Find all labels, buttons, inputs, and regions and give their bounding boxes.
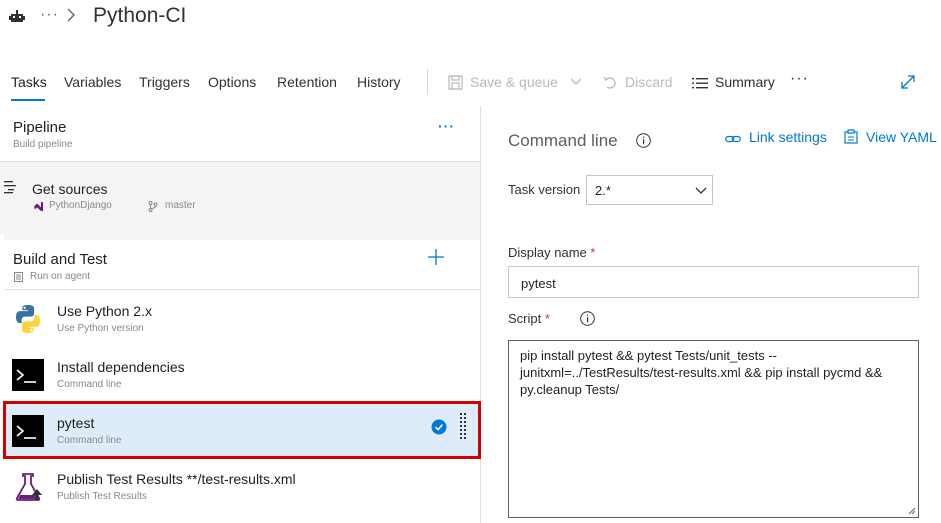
save-icon — [448, 75, 463, 90]
undo-icon — [603, 76, 616, 89]
view-yaml-label: View YAML — [866, 129, 937, 145]
display-name-label-text: Display name — [508, 245, 587, 260]
expand-icon[interactable] — [900, 74, 916, 90]
save-queue-label: Save & queue — [470, 74, 558, 90]
task-item-publish-test-results[interactable]: Publish Test Results **/test-results.xml… — [4, 458, 480, 514]
tabs-bar: Tasks Variables Triggers Options Retenti… — [0, 66, 941, 102]
link-icon — [725, 135, 741, 143]
task-title: Install dependencies — [57, 359, 185, 375]
tab-tasks[interactable]: Tasks — [11, 74, 47, 90]
phase-title: Build and Test — [13, 251, 107, 268]
build-robot-icon[interactable] — [9, 8, 25, 24]
task-item-use-python[interactable]: Use Python 2.x Use Python version — [4, 290, 480, 346]
drag-handle-icon[interactable] — [459, 412, 467, 442]
link-settings-label: Link settings — [749, 129, 827, 145]
display-name-input[interactable]: pytest — [508, 266, 919, 298]
page-title: Python-CI — [93, 4, 187, 27]
script-label: Script * — [508, 311, 550, 326]
task-version-value: 2.* — [595, 183, 611, 198]
task-item-install-dependencies[interactable]: Install dependencies Command line — [4, 346, 480, 402]
display-name-label: Display name * — [508, 245, 595, 260]
required-mark: * — [544, 311, 550, 326]
task-subtitle: Publish Test Results — [57, 491, 147, 502]
script-label-text: Script — [508, 311, 542, 326]
phase-subtitle: Run on agent — [30, 271, 91, 282]
get-sources-title: Get sources — [32, 181, 108, 197]
server-icon — [14, 272, 23, 282]
python-icon — [16, 305, 40, 333]
task-version-select[interactable]: 2.* — [586, 175, 713, 205]
command-line-icon — [12, 359, 44, 391]
summary-label: Summary — [715, 74, 775, 90]
pipeline-subtitle: Build pipeline — [13, 139, 73, 150]
active-tab-indicator — [11, 99, 45, 101]
repo-name: PythonDjango — [49, 200, 112, 211]
info-icon[interactable] — [636, 133, 651, 148]
discard-button[interactable]: Discard — [603, 74, 672, 90]
enabled-check-icon — [431, 419, 447, 435]
branch-name: master — [165, 200, 196, 211]
more-actions-button[interactable]: ··· — [790, 70, 809, 88]
required-mark: * — [590, 245, 596, 260]
task-subtitle: Use Python version — [57, 323, 144, 334]
tab-options[interactable]: Options — [208, 74, 256, 90]
summary-button[interactable]: Summary — [692, 74, 775, 90]
command-line-icon — [12, 415, 44, 447]
pipeline-item[interactable]: Pipeline Build pipeline ··· — [0, 106, 480, 162]
tab-history[interactable]: History — [357, 74, 401, 90]
get-sources-item[interactable]: Get sources PythonDjango master — [0, 162, 480, 234]
task-detail-panel: Command line Link settings View YAML Tas… — [482, 106, 941, 523]
chevron-right-icon — [67, 8, 75, 22]
tab-retention[interactable]: Retention — [277, 74, 337, 90]
get-sources-icon — [4, 181, 16, 194]
link-settings-button[interactable]: Link settings — [725, 129, 827, 145]
flask-icon — [15, 473, 42, 501]
add-task-icon[interactable] — [427, 248, 445, 266]
branch-icon — [148, 201, 158, 212]
view-yaml-button[interactable]: View YAML — [844, 129, 937, 145]
script-value: pip install pytest && pytest Tests/unit_… — [520, 348, 886, 397]
resize-handle-icon[interactable] — [908, 507, 916, 515]
save-queue-button[interactable]: Save & queue — [448, 74, 582, 90]
task-title: Use Python 2.x — [57, 303, 152, 319]
more-breadcrumbs-button[interactable]: ··· — [40, 6, 59, 24]
chevron-down-icon — [695, 187, 707, 194]
display-name-value: pytest — [521, 276, 556, 291]
script-textarea[interactable]: pip install pytest && pytest Tests/unit_… — [508, 340, 919, 518]
info-icon[interactable] — [580, 311, 595, 326]
toolbar-divider — [427, 69, 428, 95]
repo-icon — [34, 202, 43, 211]
task-item-pytest[interactable]: pytest Command line — [3, 401, 481, 459]
task-subtitle: Command line — [57, 379, 122, 390]
list-icon — [692, 78, 708, 89]
pipeline-more-button[interactable]: ··· — [438, 118, 455, 134]
task-detail-title: Command line — [508, 131, 618, 150]
task-version-label: Task version — [508, 182, 581, 197]
pipeline-title: Pipeline — [13, 119, 67, 136]
agent-phase-item[interactable]: Build and Test Run on agent — [4, 234, 480, 290]
task-title: pytest — [57, 415, 95, 431]
task-list-panel: Pipeline Build pipeline ··· Get sources … — [0, 106, 481, 523]
clipboard-icon — [844, 129, 858, 144]
top-bar: ··· Python-CI — [0, 0, 941, 40]
task-subtitle: Command line — [57, 435, 122, 446]
tab-triggers[interactable]: Triggers — [139, 74, 190, 90]
chevron-down-icon — [570, 78, 582, 85]
discard-label: Discard — [625, 74, 673, 90]
task-title: Publish Test Results **/test-results.xml — [57, 471, 296, 487]
tab-variables[interactable]: Variables — [64, 74, 121, 90]
